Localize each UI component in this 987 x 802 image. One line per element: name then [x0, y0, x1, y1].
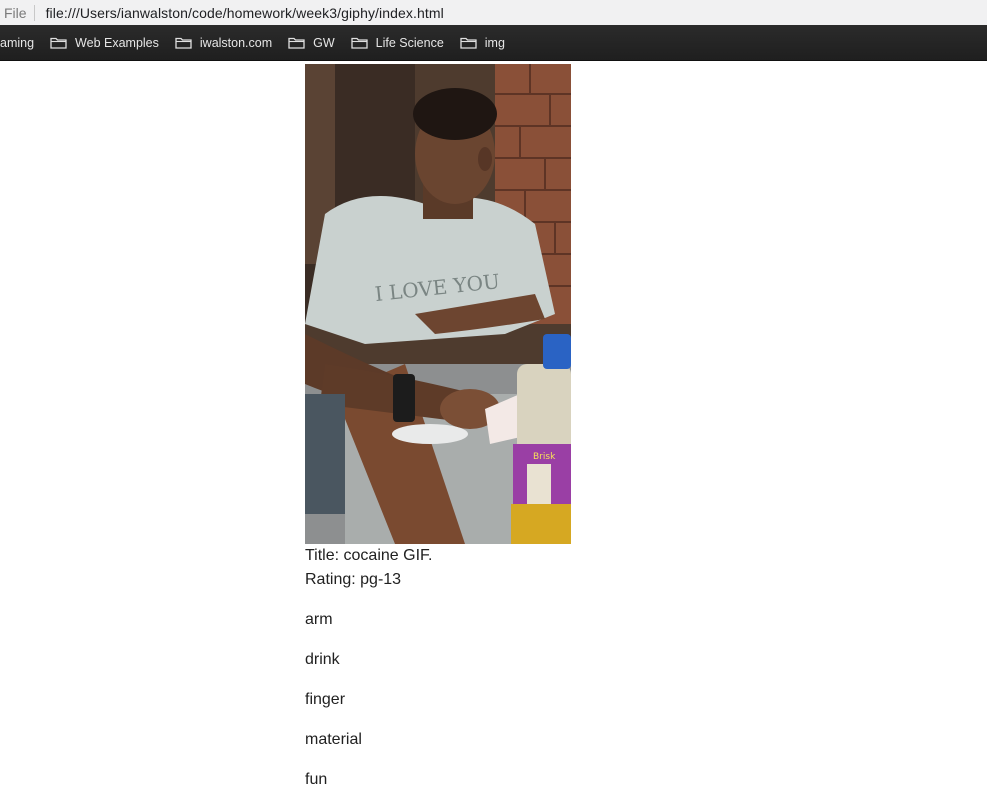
bookmark-aming[interactable]: aming [0, 36, 34, 50]
bookmark-label: aming [0, 35, 35, 50]
tag-item: material [305, 731, 362, 748]
bookmark-iwalston[interactable]: iwalston.com [175, 36, 272, 50]
bookmark-label: iwalston.com [199, 35, 273, 50]
page-content: I LOVE YOU Brisk Title: cocaine GIF. Rat… [305, 64, 805, 792]
folder-icon [50, 37, 67, 49]
folder-icon [351, 37, 368, 49]
tag-item: drink [305, 651, 340, 668]
bookmark-gw[interactable]: GW [288, 36, 335, 50]
folder-icon [175, 37, 192, 49]
bookmarks-bar: aming Web Examples iwalston.com GW Life … [0, 25, 987, 61]
bookmark-web-examples[interactable]: Web Examples [50, 36, 159, 50]
bookmark-label: Life Science [375, 35, 444, 50]
bookmark-label: Web Examples [75, 35, 159, 50]
url-text[interactable]: file:///Users/ianwalston/code/homework/w… [35, 5, 444, 21]
bookmark-life-science[interactable]: Life Science [351, 36, 444, 50]
tag-item: fun [305, 771, 328, 788]
tag-item: finger [305, 691, 346, 708]
bookmark-label: img [484, 35, 505, 50]
folder-icon [460, 37, 477, 49]
address-bar[interactable]: File file:///Users/ianwalston/code/homew… [0, 0, 987, 25]
gif-title: Title: cocaine GIF. [305, 547, 433, 564]
scheme-label: File [0, 4, 35, 21]
bookmark-img[interactable]: img [460, 36, 505, 50]
bookmark-label: GW [313, 35, 335, 50]
gif-image: I LOVE YOU Brisk [305, 64, 571, 544]
gif-rating: Rating: pg-13 [305, 571, 402, 588]
bottle-label: Brisk [533, 452, 556, 462]
tag-item: arm [305, 611, 333, 628]
folder-icon [288, 37, 305, 49]
